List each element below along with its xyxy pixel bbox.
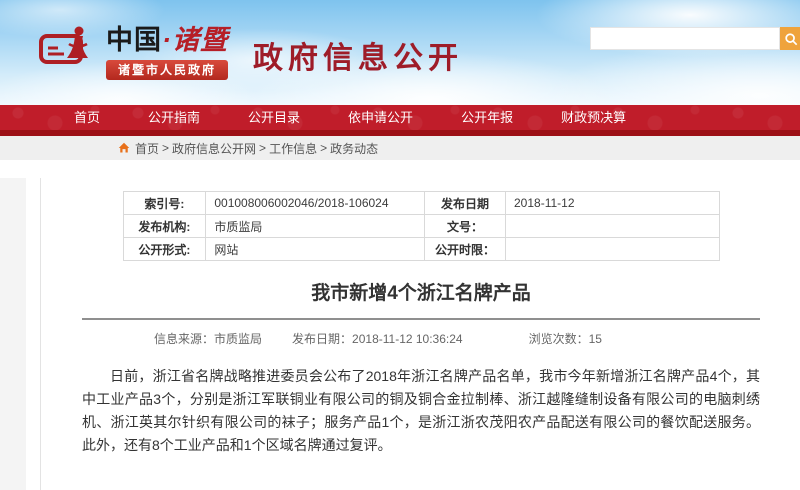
nav-item-guide[interactable]: 公开指南 <box>124 105 224 130</box>
table-row: 发布机构: 市质监局 文号： <box>123 215 719 238</box>
meta-value-form: 网站 <box>206 238 425 261</box>
nav-list: 首页 公开指南 公开目录 依申请公开 公开年报 财政预决算 <box>0 105 800 130</box>
nav-item-annual-report[interactable]: 公开年报 <box>437 105 537 130</box>
breadcrumb-gov-news[interactable]: 政务动态 <box>330 140 378 157</box>
metadata-table: 索引号: 001008006002046/2018-106024 发布日期 20… <box>123 191 720 261</box>
logo-ribbon: 诸暨市人民政府 <box>106 60 228 80</box>
breadcrumb-separator: > <box>320 141 327 155</box>
breadcrumb-separator: > <box>162 141 169 155</box>
logo-country: 中国 <box>106 25 162 55</box>
main-area: 索引号: 001008006002046/2018-106024 发布日期 20… <box>0 178 800 490</box>
article-info-line: 信息来源：市质监局 发布日期：2018-11-12 10:36:24 浏览次数：… <box>82 330 760 347</box>
info-views-value: 15 <box>589 332 602 346</box>
nav-item-home[interactable]: 首页 <box>50 105 124 130</box>
meta-value-index: 001008006002046/2018-106024 <box>206 192 425 215</box>
logo-name: 中国·诸暨 <box>106 24 228 56</box>
site-logo[interactable]: 中国·诸暨 诸暨市人民政府 <box>38 24 228 80</box>
breadcrumb-work-info[interactable]: 工作信息 <box>269 140 317 157</box>
meta-value-agency: 市质监局 <box>206 215 425 238</box>
info-source-value: 市质监局 <box>214 332 262 346</box>
main-nav: 首页 公开指南 公开目录 依申请公开 公开年报 财政预决算 <box>0 105 800 130</box>
logo-city: 诸暨 <box>172 25 228 55</box>
page-title: 政府信息公开 <box>253 33 463 77</box>
info-views: 浏览次数：15 <box>529 330 602 347</box>
table-row: 公开形式: 网站 公开时限： <box>123 238 719 261</box>
logo-text: 中国·诸暨 诸暨市人民政府 <box>106 24 228 80</box>
breadcrumb-home[interactable]: 首页 <box>135 140 159 157</box>
breadcrumb-gov-info[interactable]: 政府信息公开网 <box>172 140 256 157</box>
meta-label-form: 公开形式: <box>123 238 206 261</box>
content-wrapper: 索引号: 001008006002046/2018-106024 发布日期 20… <box>26 178 800 490</box>
meta-label-pubdate: 发布日期 <box>425 192 506 215</box>
breadcrumb: 首页 > 政府信息公开网 > 工作信息 > 政务动态 <box>0 136 800 160</box>
home-icon <box>118 142 130 154</box>
info-date-label: 发布日期： <box>292 332 352 346</box>
meta-value-docno <box>506 215 720 238</box>
meta-label-docno: 文号： <box>425 215 506 238</box>
info-views-label: 浏览次数： <box>529 332 589 346</box>
info-date: 发布日期：2018-11-12 10:36:24 <box>292 330 463 347</box>
info-date-value: 2018-11-12 10:36:24 <box>352 332 463 346</box>
info-source: 信息来源：市质监局 <box>154 330 262 347</box>
search-box <box>590 27 800 50</box>
meta-label-timelimit: 公开时限： <box>425 238 506 261</box>
meta-value-timelimit <box>506 238 720 261</box>
search-icon <box>784 32 798 46</box>
site-header: 中国·诸暨 诸暨市人民政府 政府信息公开 <box>0 0 800 105</box>
title-divider <box>82 318 760 320</box>
nav-item-catalog[interactable]: 公开目录 <box>224 105 324 130</box>
table-row: 索引号: 001008006002046/2018-106024 发布日期 20… <box>123 192 719 215</box>
zhuji-emblem-icon <box>38 24 98 74</box>
breadcrumb-separator: > <box>259 141 266 155</box>
search-input[interactable] <box>590 27 780 50</box>
logo-dot: · <box>162 25 172 55</box>
search-button[interactable] <box>780 27 800 50</box>
nav-item-fiscal[interactable]: 财政预决算 <box>537 105 650 130</box>
meta-label-agency: 发布机构: <box>123 215 206 238</box>
nav-item-apply[interactable]: 依申请公开 <box>324 105 437 130</box>
meta-value-pubdate: 2018-11-12 <box>506 192 720 215</box>
info-source-label: 信息来源： <box>154 332 214 346</box>
article: 索引号: 001008006002046/2018-106024 发布日期 20… <box>82 191 760 490</box>
article-body: 日前，浙江省名牌战略推进委员会公布了2018年浙江名牌产品名单，我市今年新增浙江… <box>82 365 760 457</box>
article-box: 索引号: 001008006002046/2018-106024 发布日期 20… <box>40 178 800 490</box>
article-title: 我市新增4个浙江名牌产品 <box>82 278 760 305</box>
meta-label-index: 索引号: <box>123 192 206 215</box>
